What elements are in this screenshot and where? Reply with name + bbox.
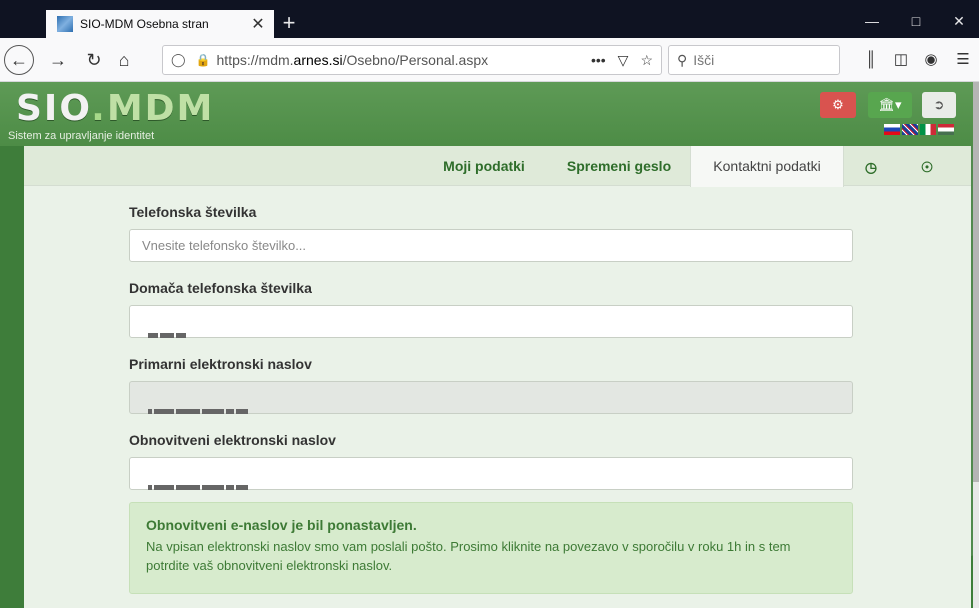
page-content: SIO.MDM Sistem za upravljanje identitet … <box>0 82 979 608</box>
more-actions-icon[interactable]: ••• <box>591 52 606 69</box>
tab-title: SIO-MDM Osebna stran <box>80 17 209 31</box>
alert-title: Obnovitveni e-naslov je bil ponastavljen… <box>146 517 417 533</box>
bookmark-star-icon[interactable]: ☆ <box>640 52 653 69</box>
recovery-email-label: Obnovitveni elektronski naslov <box>129 432 336 448</box>
english-flag-icon[interactable] <box>902 124 918 135</box>
history-clock-icon[interactable]: ◷ <box>860 156 882 178</box>
scrollbar-thumb[interactable] <box>973 82 979 482</box>
library-icon[interactable]: ║ <box>860 49 882 71</box>
maximize-icon[interactable]: □ <box>896 8 936 34</box>
new-tab-button[interactable]: + <box>276 11 302 37</box>
shield-icon[interactable]: ◯ <box>171 52 186 68</box>
browser-tabstrip: SIO-MDM Osebna stran ✕ + — □ ✕ <box>0 0 979 38</box>
help-lifebuoy-icon[interactable]: ☉ <box>916 156 938 178</box>
search-placeholder: Išči <box>693 52 715 68</box>
account-icon[interactable]: ◉ <box>920 49 942 71</box>
redacted-value <box>148 471 250 491</box>
tab-close-icon[interactable]: ✕ <box>246 14 270 34</box>
site-tagline: Sistem za upravljanje identitet <box>8 130 155 142</box>
redacted-value <box>148 319 188 339</box>
page-scrollbar[interactable] <box>973 82 979 608</box>
primary-email-label: Primarni elektronski naslov <box>129 356 312 372</box>
close-window-icon[interactable]: ✕ <box>939 8 979 34</box>
primary-email-input <box>129 381 853 415</box>
alert-text: Na vpisan elektronski naslov smo vam pos… <box>146 539 791 573</box>
home-phone-input[interactable] <box>129 305 853 339</box>
sidebar-icon[interactable]: ◫ <box>890 49 912 71</box>
url-text: https://mdm.arnes.si/Osebno/Personal.asp… <box>216 52 489 68</box>
search-icon: ⚲ <box>677 51 688 68</box>
institution-dropdown-button[interactable]: 🏛▾ <box>868 92 912 118</box>
site-header: SIO.MDM Sistem za upravljanje identitet … <box>0 82 979 146</box>
menu-item-kontaktni-podatki[interactable]: Kontaktni podatki <box>690 146 844 187</box>
menu-item-moji-podatki[interactable]: Moji podatki <box>424 146 544 186</box>
home-icon[interactable]: ⌂ <box>110 46 138 74</box>
sio-mdm-logo[interactable]: SIO.MDM <box>16 88 214 129</box>
phone-label: Telefonska številka <box>129 204 257 220</box>
search-bar[interactable]: ⚲ Išči <box>668 45 840 75</box>
home-phone-label: Domača telefonska številka <box>129 280 312 296</box>
redacted-value <box>148 395 250 415</box>
language-flags <box>884 124 954 135</box>
ambulance-icon[interactable]: ⚙ <box>820 92 856 118</box>
menu-hamburger-icon[interactable]: ☰ <box>952 49 974 71</box>
success-alert: Obnovitveni e-naslov je bil ponastavljen… <box>129 502 853 594</box>
logout-icon[interactable]: ➲ <box>922 92 956 118</box>
sio-favicon-icon <box>57 16 73 32</box>
forward-arrow-icon[interactable]: → <box>44 46 72 74</box>
reload-icon[interactable]: ↻ <box>80 46 108 74</box>
institution-icon: 🏛 <box>878 97 895 112</box>
url-actions: ••• ▽ ☆ <box>591 52 653 69</box>
phone-input[interactable] <box>129 229 853 262</box>
caret-down-icon: ▾ <box>894 97 902 112</box>
slovenian-flag-icon[interactable] <box>884 124 900 135</box>
back-arrow-icon[interactable]: ← <box>4 45 34 75</box>
browser-navbar: ← → ↻ ⌂ ◯ 🔒 https://mdm.arnes.si/Osebno/… <box>0 38 979 82</box>
content-panel: Moji podatki Spremeni geslo Kontaktni po… <box>24 146 971 608</box>
hungarian-flag-icon[interactable] <box>938 124 954 135</box>
lock-icon[interactable]: 🔒 <box>196 53 211 67</box>
section-menu: Moji podatki Spremeni geslo Kontaktni po… <box>24 146 971 187</box>
menu-item-spremeni-geslo[interactable]: Spremeni geslo <box>554 146 684 186</box>
recovery-email-input[interactable] <box>129 457 853 491</box>
minimize-icon[interactable]: — <box>852 8 892 34</box>
url-bar[interactable]: ◯ 🔒 https://mdm.arnes.si/Osebno/Personal… <box>162 45 662 75</box>
pocket-icon[interactable]: ▽ <box>618 52 629 69</box>
browser-tab[interactable]: SIO-MDM Osebna stran ✕ <box>46 10 274 38</box>
italian-flag-icon[interactable] <box>920 124 936 135</box>
